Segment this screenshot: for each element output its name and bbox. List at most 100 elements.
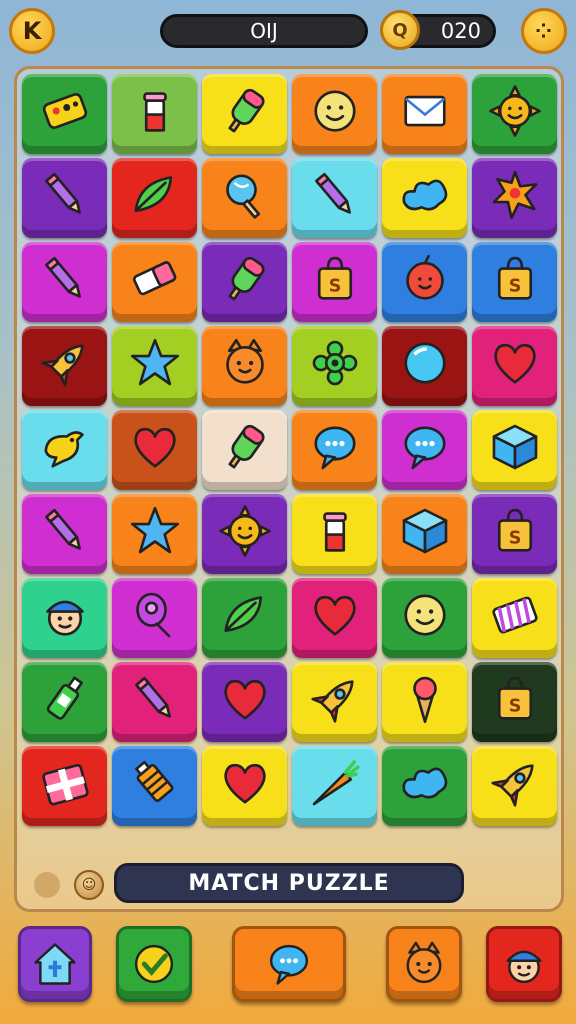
rocket-icon (310, 680, 354, 723)
tile-r9-c2[interactable] (112, 746, 197, 826)
tile-r6-c5[interactable] (382, 494, 467, 574)
tile-r2-c4[interactable] (292, 158, 377, 238)
tile-r6-c4[interactable] (292, 494, 377, 574)
tile-r9-c4[interactable] (292, 746, 377, 826)
tile-r5-c2[interactable] (112, 410, 197, 490)
tile-r8-c6[interactable]: S (472, 662, 557, 742)
game-title-label: MATCH PUZZLE (114, 863, 464, 903)
eraser-icon (132, 261, 176, 296)
top-bar: K OIJ 020 Q ⁘ (0, 0, 576, 64)
tile-r2-c2[interactable] (112, 158, 197, 238)
tile-r2-c5[interactable] (382, 158, 467, 238)
tile-r1-c3[interactable] (202, 74, 287, 154)
tile-r4-c5[interactable] (382, 326, 467, 406)
cube-icon (402, 508, 447, 554)
tile-r5-c5[interactable] (382, 410, 467, 490)
back-button[interactable]: K (9, 8, 55, 54)
tile-r9-c3[interactable] (202, 746, 287, 826)
cup-icon (142, 92, 167, 132)
boy-face-icon (45, 600, 84, 636)
balloon-icon (135, 592, 170, 638)
smiley-face-icon (403, 594, 446, 636)
star-icon (130, 338, 179, 386)
sun-face-icon (488, 85, 541, 137)
tile-r8-c5[interactable] (382, 662, 467, 742)
heart-icon (223, 763, 266, 804)
toy-block-icon (42, 93, 87, 129)
paint-tube-icon (134, 760, 173, 803)
splash-icon (401, 179, 447, 211)
tile-r5-c3[interactable] (202, 410, 287, 490)
tile-r2-c1[interactable] (22, 158, 107, 238)
svg-text:S: S (328, 276, 341, 296)
tile-r7-c6[interactable] (472, 578, 557, 658)
tile-r3-c3[interactable] (202, 242, 287, 322)
popsicle-icon (227, 256, 265, 301)
tile-r7-c1[interactable] (22, 578, 107, 658)
shopping-bag-icon: S (497, 508, 532, 552)
level-title: OIJ (160, 14, 368, 48)
tile-r3-c6[interactable]: S (472, 242, 557, 322)
tile-r4-c4[interactable] (292, 326, 377, 406)
tile-r4-c2[interactable] (112, 326, 197, 406)
cat-face-icon (406, 941, 442, 984)
tile-r6-c3[interactable] (202, 494, 287, 574)
tile-r8-c3[interactable] (202, 662, 287, 742)
menu-button[interactable]: ⁘ (521, 8, 567, 54)
tile-r7-c3[interactable] (202, 578, 287, 658)
ice-cream-cone-icon (412, 676, 437, 724)
speech-bubble-icon (269, 944, 309, 985)
tile-r9-c5[interactable] (382, 746, 467, 826)
profile-action-button[interactable] (486, 926, 562, 1002)
tile-r7-c5[interactable] (382, 578, 467, 658)
bird-icon (43, 431, 84, 468)
gift-icon (41, 763, 89, 806)
sun-face-icon (218, 505, 271, 557)
tile-r8-c1[interactable] (22, 662, 107, 742)
tile-r6-c1[interactable] (22, 494, 107, 574)
tile-r1-c6[interactable] (472, 74, 557, 154)
cat-face-icon (225, 338, 264, 384)
tile-r8-c2[interactable] (112, 662, 197, 742)
tile-r4-c6[interactable] (472, 326, 557, 406)
heart-icon (493, 343, 536, 384)
tile-r1-c1[interactable] (22, 74, 107, 154)
tile-r9-c1[interactable] (22, 746, 107, 826)
tile-r3-c5[interactable] (382, 242, 467, 322)
tile-r7-c4[interactable] (292, 578, 377, 658)
tile-r7-c2[interactable] (112, 578, 197, 658)
leaf-icon (223, 596, 262, 633)
tile-r1-c4[interactable] (292, 74, 377, 154)
tile-r3-c2[interactable] (112, 242, 197, 322)
hint-icon[interactable]: ☺ (74, 870, 104, 900)
tile-r5-c6[interactable] (472, 410, 557, 490)
tile-r3-c4[interactable]: S (292, 242, 377, 322)
burst-star-icon (492, 170, 537, 220)
envelope-icon (403, 95, 446, 127)
tile-r4-c1[interactable] (22, 326, 107, 406)
check-action-button[interactable] (116, 926, 192, 1002)
tile-r5-c4[interactable] (292, 410, 377, 490)
star-icon (130, 506, 179, 554)
tile-r2-c6[interactable] (472, 158, 557, 238)
tile-r1-c2[interactable] (112, 74, 197, 154)
tile-r2-c3[interactable] (202, 158, 287, 238)
tile-r3-c1[interactable] (22, 242, 107, 322)
tile-r8-c4[interactable] (292, 662, 377, 742)
tile-r1-c5[interactable] (382, 74, 467, 154)
tile-r6-c2[interactable] (112, 494, 197, 574)
tile-r9-c6[interactable] (472, 746, 557, 826)
ball-icon (403, 342, 446, 384)
tile-r4-c3[interactable] (202, 326, 287, 406)
house-icon (34, 943, 76, 985)
home-action-button[interactable] (18, 926, 92, 1002)
svg-text:S: S (508, 276, 521, 296)
svg-text:S: S (508, 696, 521, 716)
tile-r5-c1[interactable] (22, 410, 107, 490)
coin-count: 020 (440, 19, 481, 43)
tile-r6-c6[interactable]: S (472, 494, 557, 574)
chat-action-button[interactable] (232, 926, 346, 1002)
lollipop-icon (225, 174, 260, 219)
character-action-button[interactable] (386, 926, 462, 1002)
popsicle-icon (227, 424, 265, 469)
